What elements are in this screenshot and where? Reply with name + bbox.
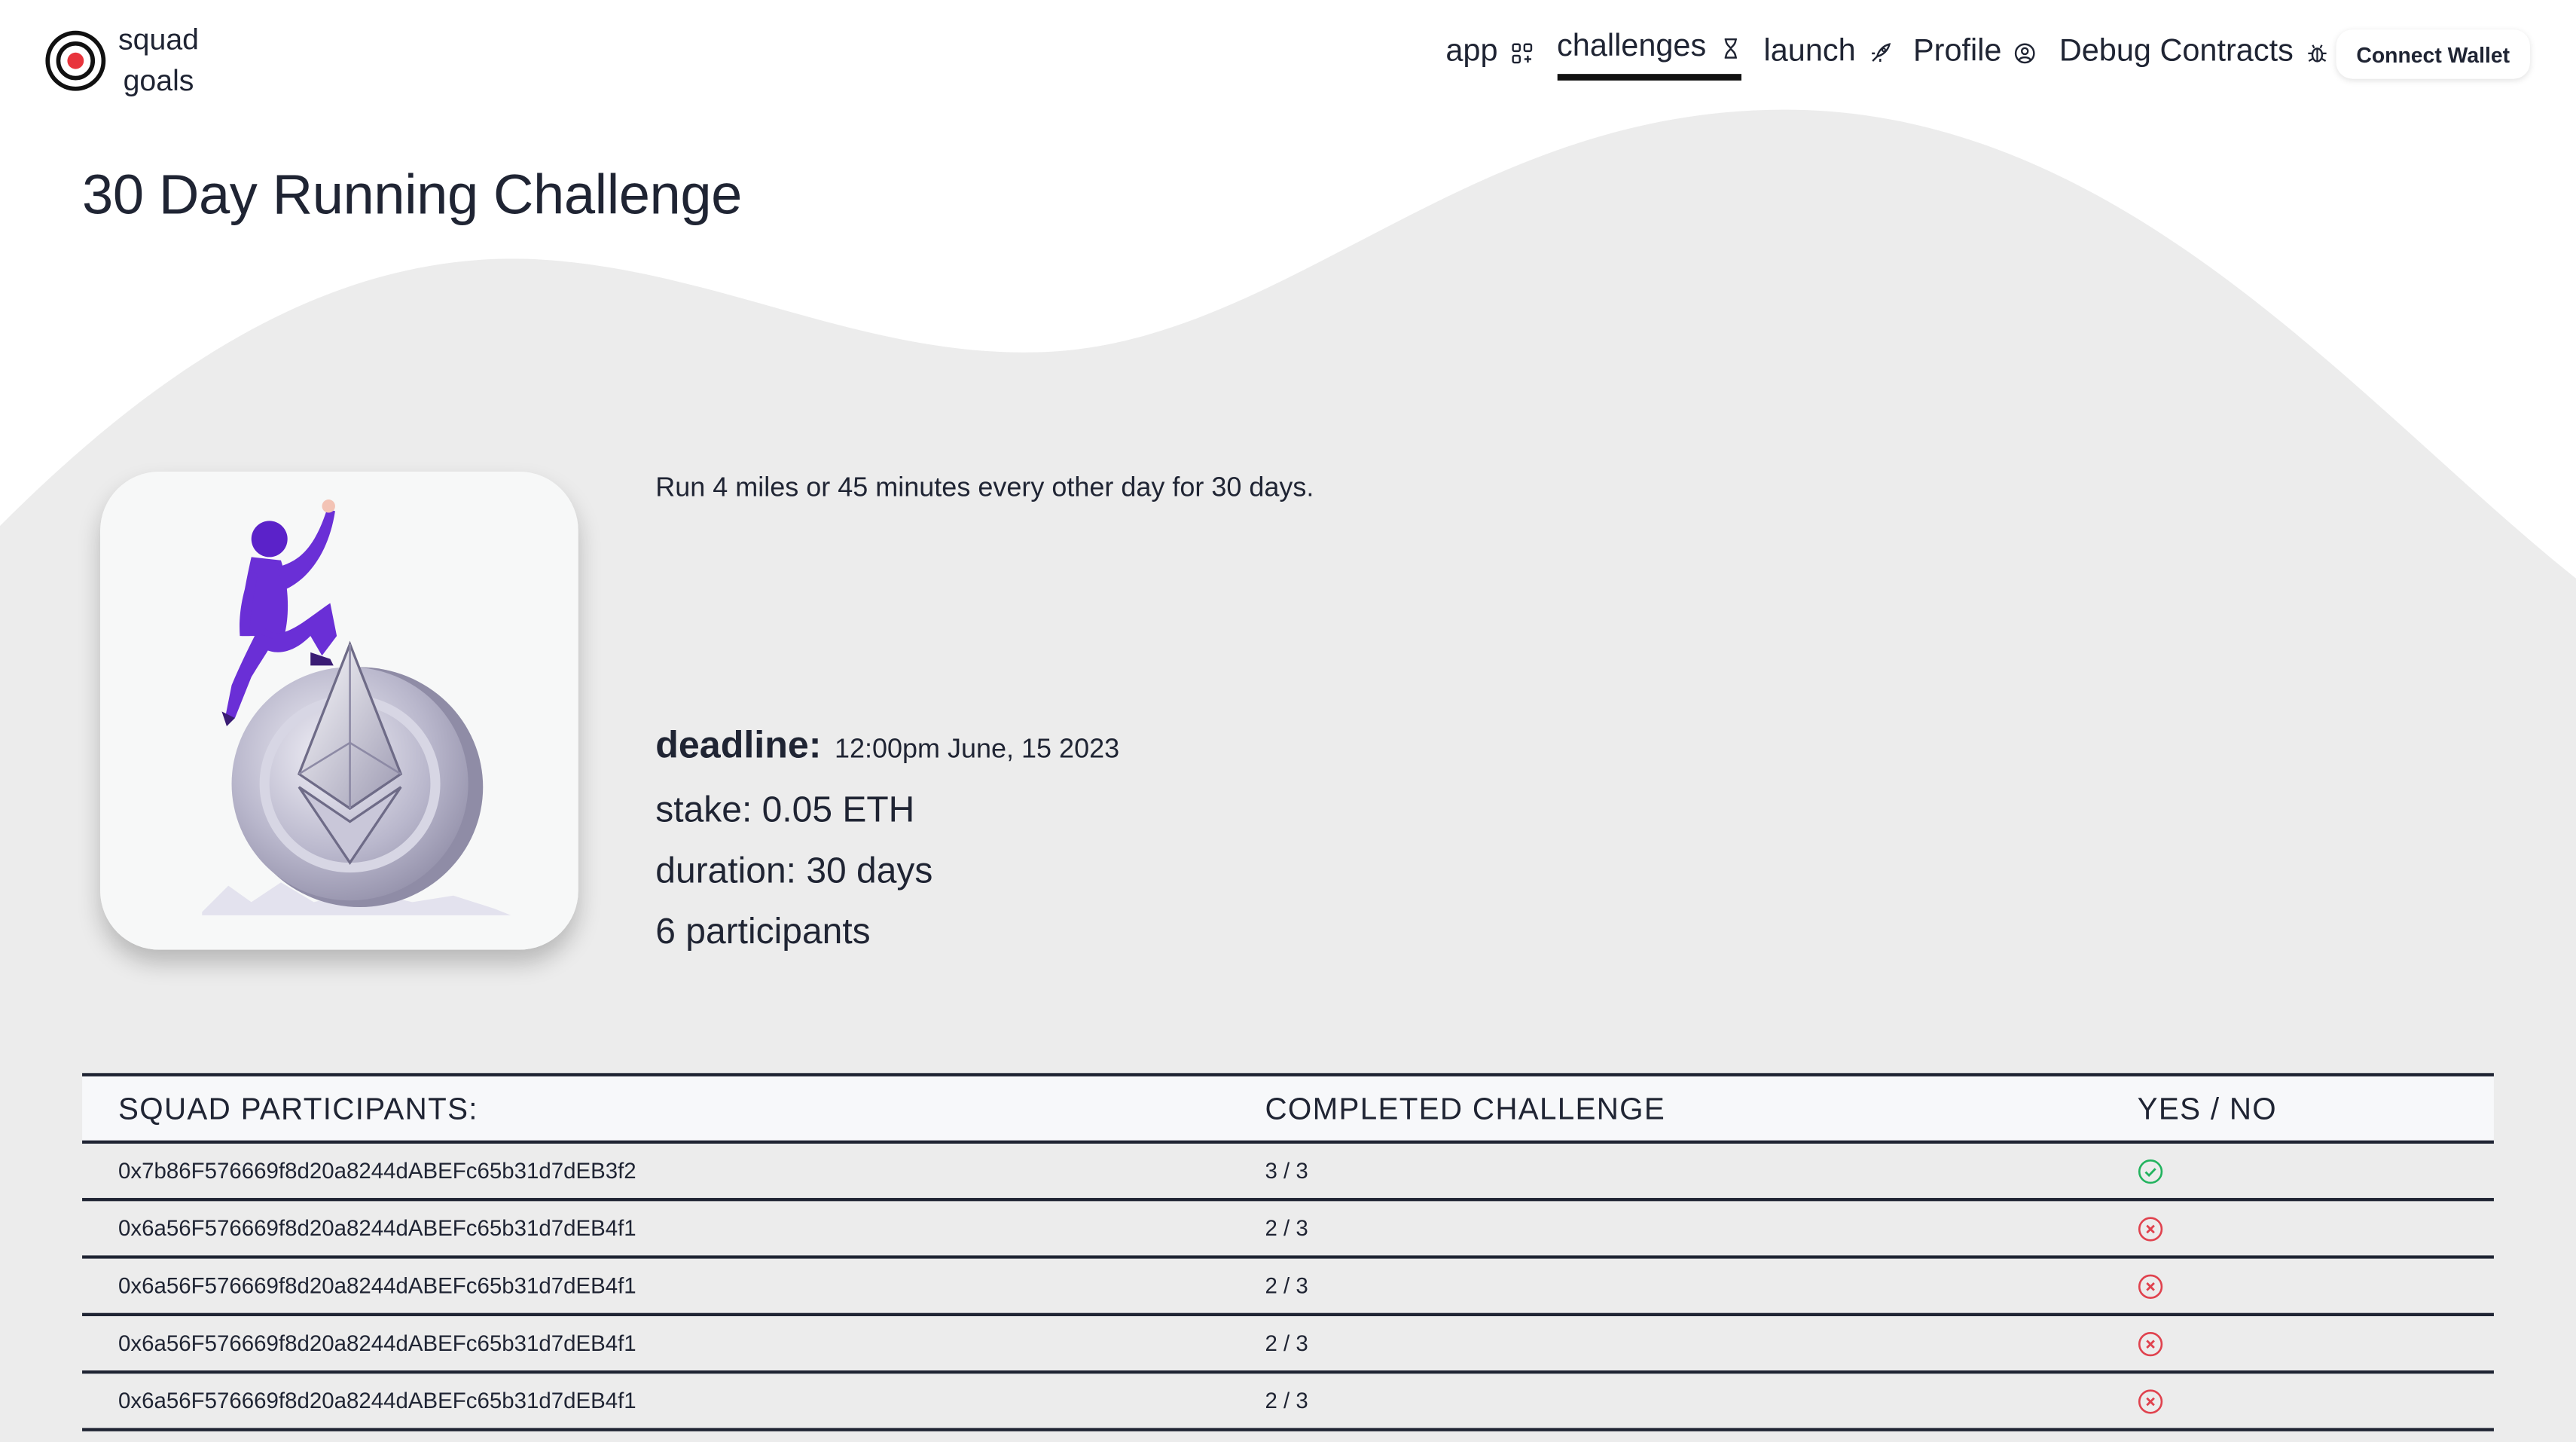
completed-count: 2 / 3: [1265, 1273, 1308, 1299]
table-row: 0x6a56F576669f8d20a8244dABEFc65b31d7dEB4…: [82, 1373, 2494, 1431]
nav-item-label: challenges: [1557, 29, 1707, 65]
nav-item-label: launch: [1763, 34, 1856, 69]
participants-table: SQUAD PARTICIPANTS: COMPLETED CHALLENGE …: [82, 1073, 2494, 1431]
nav-item-challenges[interactable]: challenges: [1557, 23, 1741, 81]
participant-address[interactable]: 0x7b86F576669f8d20a8244dABEFc65b31d7dEB3…: [118, 1159, 636, 1184]
logo-text: squad goals: [118, 20, 199, 102]
logo-line-2: goals: [123, 64, 194, 97]
status-cell: [2138, 1388, 2164, 1414]
table-row: 0x6a56F576669f8d20a8244dABEFc65b31d7dEB4…: [82, 1316, 2494, 1374]
x-circle-icon: [2138, 1273, 2163, 1298]
nav-item-app[interactable]: app: [1445, 28, 1532, 85]
participant-count: 6 participants: [655, 910, 871, 952]
table-row: 0x6a56F576669f8d20a8244dABEFc65b31d7dEB4…: [82, 1258, 2494, 1317]
check-circle-icon: [2138, 1158, 2163, 1184]
deadline-row: deadline: 12:00pm June, 15 2023: [655, 723, 1119, 779]
participant-address[interactable]: 0x6a56F576669f8d20a8244dABEFc65b31d7dEB4…: [118, 1331, 636, 1356]
completed-count: 2 / 3: [1265, 1389, 1308, 1413]
rocket-icon: [1871, 41, 1891, 61]
nav-item-debug-contracts[interactable]: Debug Contracts: [2059, 28, 2328, 85]
participant-address[interactable]: 0x6a56F576669f8d20a8244dABEFc65b31d7dEB4…: [118, 1273, 636, 1298]
connect-wallet-button[interactable]: Connect Wallet: [2336, 29, 2530, 79]
column-header-completed: COMPLETED CHALLENGE: [1265, 1090, 1666, 1125]
column-header-yes-no: YES / NO: [2137, 1090, 2278, 1125]
column-header-participants: SQUAD PARTICIPANTS:: [118, 1090, 478, 1125]
nav-item-launch[interactable]: launch: [1764, 28, 1891, 85]
challenge-image: [100, 471, 578, 950]
user-circle-icon: [2015, 42, 2036, 63]
table-row: 0x6a56F576669f8d20a8244dABEFc65b31d7dEB4…: [82, 1201, 2494, 1259]
page: squad goals app challenges launch Profil…: [0, 0, 2576, 1442]
nav-item-label: Profile: [1913, 34, 2002, 69]
nav-item-profile[interactable]: Profile: [1913, 28, 2036, 85]
status-cell: [2138, 1215, 2164, 1242]
challenge-description: Run 4 miles or 45 minutes every other da…: [655, 473, 1314, 503]
grid-plus-icon: [1511, 42, 1532, 63]
nav-item-label: app: [1445, 34, 1498, 69]
completed-count: 2 / 3: [1265, 1216, 1308, 1241]
page-title: 30 Day Running Challenge: [82, 164, 742, 227]
logo-line-1: squad: [118, 23, 200, 57]
nav-item-label: Debug Contracts: [2059, 34, 2294, 69]
completed-count: 3 / 3: [1265, 1158, 1308, 1184]
x-circle-icon: [2138, 1389, 2163, 1413]
bug-icon: [2308, 44, 2327, 62]
status-cell: [2138, 1330, 2164, 1357]
app-logo[interactable]: squad goals: [43, 20, 199, 102]
target-logo-icon: [45, 30, 106, 91]
challenge-duration: duration: 30 days: [655, 849, 933, 891]
participant-address[interactable]: 0x6a56F576669f8d20a8244dABEFc65b31d7dEB4…: [118, 1216, 636, 1241]
hourglass-icon: [1723, 37, 1736, 58]
completed-count: 2 / 3: [1265, 1330, 1308, 1356]
stake-amount: stake: 0.05 ETH: [655, 788, 915, 830]
table-row: 0x7b86F576669f8d20a8244dABEFc65b31d7dEB3…: [82, 1144, 2494, 1202]
deadline-label: deadline:: [655, 723, 822, 766]
runner-on-eth-coin-illustration: [100, 471, 578, 950]
main-nav: app challenges launch Profile Debug Cont…: [1445, 28, 2351, 93]
deadline-value: 12:00pm June, 15 2023: [834, 734, 1120, 765]
x-circle-icon: [2138, 1216, 2163, 1241]
status-cell: [2138, 1272, 2164, 1299]
table-header: SQUAD PARTICIPANTS: COMPLETED CHALLENGE …: [82, 1073, 2494, 1144]
x-circle-icon: [2138, 1330, 2163, 1356]
status-cell: [2138, 1158, 2164, 1184]
participant-address[interactable]: 0x6a56F576669f8d20a8244dABEFc65b31d7dEB4…: [118, 1389, 636, 1413]
challenge-details: deadline: 12:00pm June, 15 2023 stake: 0…: [655, 723, 1119, 961]
